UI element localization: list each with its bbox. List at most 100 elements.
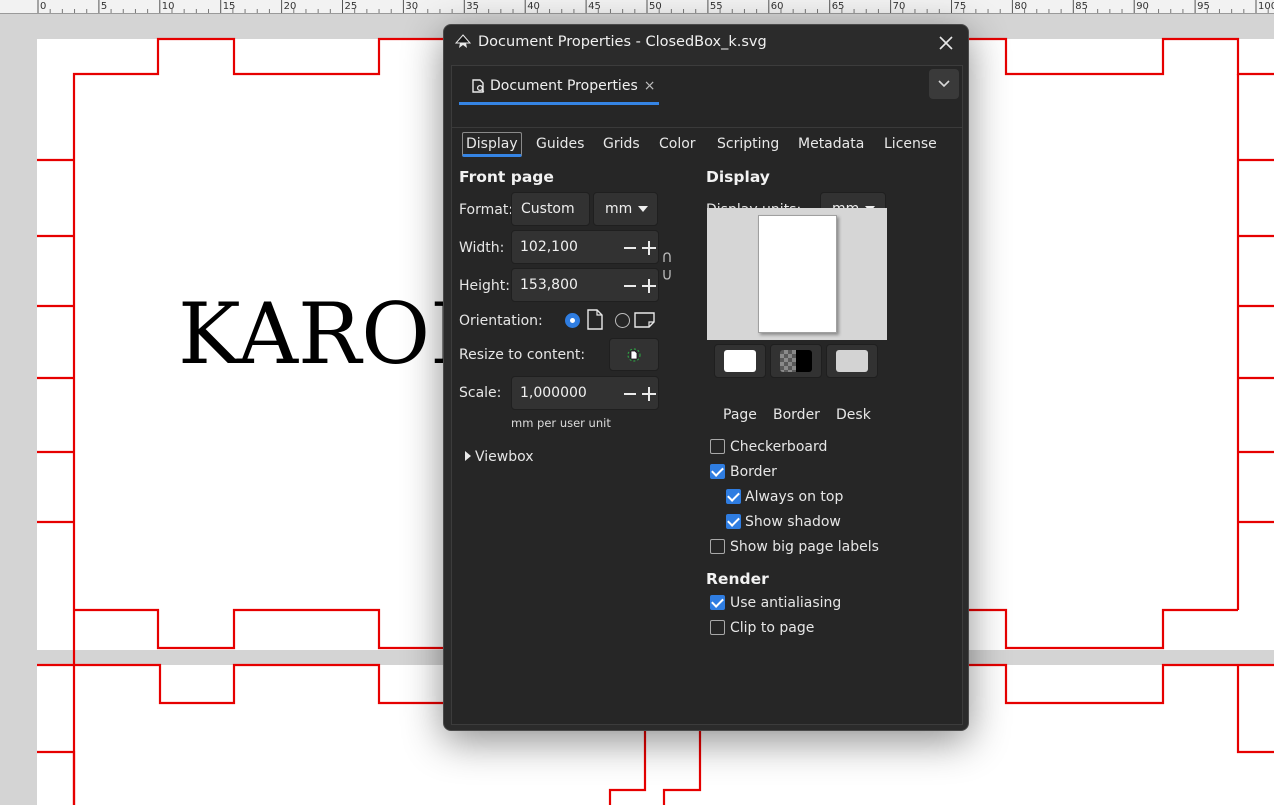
ruler-tick-label: 70 — [893, 1, 906, 12]
scale-decrement-button[interactable] — [624, 393, 636, 395]
tab-document-properties-label: Document Properties — [490, 77, 638, 94]
page-color-swatch — [724, 350, 756, 372]
subtab-color[interactable]: Color — [659, 132, 696, 157]
ruler-tick-label: 40 — [527, 1, 540, 12]
ruler-tick-label: 10 — [162, 1, 175, 12]
viewbox-expander[interactable]: Viewbox — [475, 449, 534, 465]
page-unit-value: mm — [605, 201, 633, 217]
lock-proportions-icon[interactable] — [662, 252, 672, 280]
height-label: Height: — [459, 278, 510, 294]
ruler-tick-label: 30 — [405, 1, 418, 12]
ruler-tick-label: 25 — [345, 1, 358, 12]
ruler-tick-label: 50 — [649, 1, 662, 12]
width-increment-button[interactable] — [642, 241, 656, 255]
width-spinbutton[interactable]: 102,100 — [511, 230, 659, 264]
subtab-grids[interactable]: Grids — [603, 132, 640, 157]
width-input[interactable]: 102,100 — [520, 239, 578, 255]
ruler-tick-label: 5 — [101, 1, 107, 12]
ruler-tick-label: 85 — [1075, 1, 1088, 12]
ruler-tick-label: 75 — [954, 1, 967, 12]
ruler-tick-label: 65 — [832, 1, 845, 12]
tab-document-properties[interactable]: Document Properties × — [459, 69, 659, 105]
subtab-scripting[interactable]: Scripting — [717, 132, 779, 157]
orientation-portrait-radio[interactable] — [565, 313, 580, 328]
format-label: Format: — [459, 202, 514, 218]
ruler-tick-label: 100 — [1258, 1, 1274, 12]
antialiasing-label: Use antialiasing — [730, 595, 842, 611]
desk-color-label: Desk — [836, 407, 871, 423]
border-color-button[interactable] — [770, 344, 822, 378]
checkerboard-checkbox[interactable] — [710, 439, 725, 454]
dialog-titlebar[interactable]: Document Properties - ClosedBox_k.svg — [444, 25, 968, 61]
page-color-button[interactable] — [714, 344, 766, 378]
close-icon — [939, 36, 953, 50]
desk-color-button[interactable] — [826, 344, 878, 378]
subtab-bar: Display Guides Grids Color Scripting Met… — [452, 132, 962, 158]
subtab-display[interactable]: Display — [462, 132, 522, 157]
horizontal-ruler[interactable]: 0 5 10 15 20 25 30 35 40 45 50 55 60 65 70 75 80 85 90 95 10… — [0, 0, 1274, 14]
ruler-tick-label: 55 — [710, 1, 723, 12]
width-decrement-button[interactable] — [624, 247, 636, 249]
chevron-down-icon — [938, 80, 950, 88]
close-dialog-button[interactable] — [934, 31, 958, 55]
ruler-tick-label: 90 — [1136, 1, 1149, 12]
height-input[interactable]: 153,800 — [520, 277, 578, 293]
border-checkbox[interactable] — [710, 464, 725, 479]
height-decrement-button[interactable] — [624, 285, 636, 287]
width-label: Width: — [459, 240, 505, 256]
notebook-menu-button[interactable] — [929, 69, 959, 99]
resize-to-content-button[interactable] — [609, 338, 659, 371]
resize-to-content-label: Resize to content: — [459, 347, 586, 363]
notebook-tab-bar: Document Properties × — [452, 66, 962, 128]
canvas-text-karol[interactable]: KAROL — [178, 285, 486, 383]
ruler-tick-label: 60 — [771, 1, 784, 12]
subtab-license[interactable]: License — [884, 132, 937, 157]
format-dropdown[interactable]: Custom — [511, 192, 590, 226]
ruler-tick-label: 15 — [223, 1, 236, 12]
border-color-swatch — [780, 350, 812, 372]
clip-to-page-label: Clip to page — [730, 620, 815, 636]
ruler-tick-label: 0 — [40, 1, 46, 12]
format-value: Custom — [521, 201, 575, 217]
page-unit-dropdown[interactable]: mm — [593, 192, 658, 226]
resize-page-icon — [627, 347, 641, 362]
checkerboard-label: Checkerboard — [730, 439, 828, 455]
desk-color-swatch — [836, 350, 868, 372]
border-label: Border — [730, 464, 777, 480]
show-shadow-checkbox[interactable] — [726, 514, 741, 529]
big-page-labels-label: Show big page labels — [730, 539, 879, 555]
page-color-label: Page — [723, 407, 757, 423]
inkscape-app-icon — [454, 34, 472, 48]
clip-to-page-checkbox[interactable] — [710, 620, 725, 635]
orientation-landscape-radio[interactable] — [615, 313, 630, 328]
big-page-labels-checkbox[interactable] — [710, 539, 725, 554]
portrait-page-icon — [587, 309, 603, 330]
scale-unit-note: mm per user unit — [511, 416, 611, 430]
ruler-tick-label: 35 — [466, 1, 479, 12]
render-heading: Render — [706, 570, 769, 588]
expander-arrow-icon[interactable] — [464, 450, 472, 462]
ruler-tick-label: 95 — [1197, 1, 1210, 12]
dialog-title: Document Properties - ClosedBox_k.svg — [478, 34, 767, 50]
subtab-metadata[interactable]: Metadata — [798, 132, 864, 157]
preview-page-sheet — [758, 215, 837, 333]
show-shadow-label: Show shadow — [745, 514, 841, 530]
document-properties-icon — [472, 78, 485, 93]
page-preview — [707, 208, 887, 340]
document-properties-dialog: Document Properties - ClosedBox_k.svg Do… — [443, 24, 969, 731]
ruler-tick-label: 20 — [284, 1, 297, 12]
ruler-tick-label: 45 — [588, 1, 601, 12]
always-on-top-checkbox[interactable] — [726, 489, 741, 504]
scale-spinbutton[interactable]: 1,000000 — [511, 376, 659, 410]
height-spinbutton[interactable]: 153,800 — [511, 268, 659, 302]
antialiasing-checkbox[interactable] — [710, 595, 725, 610]
dialog-content-panel: Document Properties × Display Guides Gri… — [451, 65, 963, 725]
subtab-guides[interactable]: Guides — [536, 132, 584, 157]
scale-input[interactable]: 1,000000 — [520, 385, 587, 401]
always-on-top-label: Always on top — [745, 489, 844, 505]
chevron-down-icon — [638, 206, 649, 212]
height-increment-button[interactable] — [642, 279, 656, 293]
tab-close-icon[interactable]: × — [644, 78, 656, 94]
border-color-label: Border — [773, 407, 820, 423]
scale-increment-button[interactable] — [642, 387, 656, 401]
